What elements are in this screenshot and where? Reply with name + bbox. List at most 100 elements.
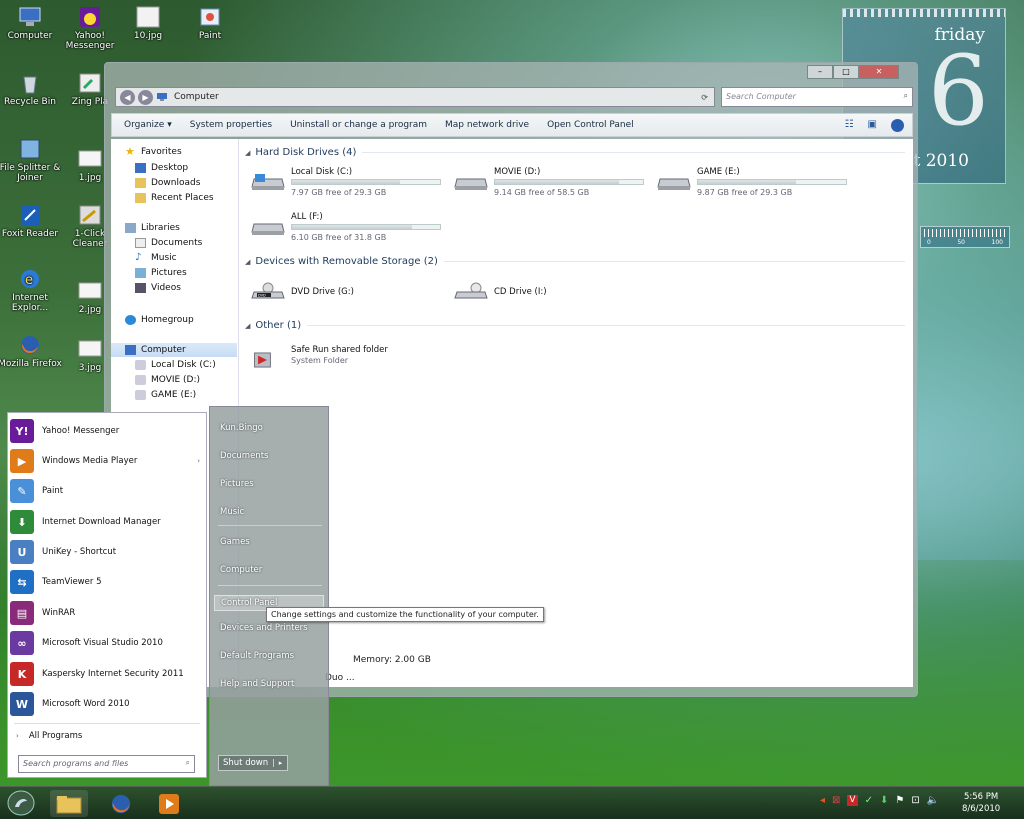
nav-pictures[interactable]: Pictures bbox=[135, 268, 187, 278]
start-search-input[interactable]: Search programs and files ⌕ bbox=[18, 755, 195, 773]
group-removable-storage[interactable]: ◢ Devices with Removable Storage (2) bbox=[245, 256, 905, 267]
dvd-drive-item[interactable]: DVD DVD Drive (G:) bbox=[251, 277, 446, 309]
search-icon[interactable]: ⌕ bbox=[904, 91, 908, 101]
close-button[interactable]: ✕ bbox=[859, 65, 899, 79]
nav-computer[interactable]: Computer bbox=[111, 343, 237, 357]
show-hidden-icons-icon[interactable]: ◂ bbox=[820, 795, 825, 806]
taskbar-clock[interactable]: 5:56 PM 8/6/2010 bbox=[962, 791, 1000, 815]
user-folder-link[interactable]: Kun.Bingo bbox=[220, 423, 263, 433]
desktop-icon-yahoo[interactable]: Yahoo! Messenger bbox=[58, 6, 122, 51]
nav-game-e[interactable]: GAME (E:) bbox=[135, 390, 196, 400]
music-link[interactable]: Music bbox=[220, 507, 244, 517]
image-file-icon bbox=[78, 150, 102, 167]
games-link[interactable]: Games bbox=[220, 537, 250, 547]
calendar-date: 6 bbox=[927, 35, 989, 147]
program-item[interactable]: ▤ WinRAR bbox=[10, 599, 206, 627]
view-options-icon[interactable]: ☷ bbox=[845, 119, 854, 132]
refresh-icon[interactable]: ⟳ bbox=[701, 93, 708, 102]
search-input[interactable]: Search Computer ⌕ bbox=[721, 87, 913, 107]
devices-printers-link[interactable]: Devices and Printers bbox=[220, 623, 308, 633]
back-arrow-icon[interactable]: ◀ bbox=[120, 89, 135, 105]
kaspersky-icon: K bbox=[10, 662, 34, 686]
organize-button[interactable]: Organize ▾ bbox=[124, 120, 172, 130]
desktop-icon-recycle-bin[interactable]: Recycle Bin bbox=[0, 72, 62, 107]
drive-icon bbox=[135, 390, 146, 400]
action-center-flag-icon[interactable]: ⚑ bbox=[895, 795, 904, 806]
default-programs-link[interactable]: Default Programs bbox=[220, 651, 294, 661]
taskbar-explorer[interactable] bbox=[50, 790, 88, 817]
system-properties-button[interactable]: System properties bbox=[190, 120, 272, 130]
uninstall-program-button[interactable]: Uninstall or change a program bbox=[290, 120, 427, 130]
nav-homegroup[interactable]: Homegroup bbox=[125, 315, 194, 325]
taskbar-media-player[interactable] bbox=[150, 790, 188, 817]
nav-recent-places[interactable]: Recent Places bbox=[135, 193, 214, 203]
open-control-panel-button[interactable]: Open Control Panel bbox=[547, 120, 634, 130]
shutdown-button[interactable]: Shut down ▸ bbox=[218, 755, 288, 771]
start-button-icon[interactable] bbox=[6, 789, 36, 817]
drive-item[interactable]: Local Disk (C:) 7.97 GB free of 29.3 GB bbox=[251, 167, 446, 199]
idm-tray-icon[interactable]: ⬇ bbox=[880, 795, 888, 806]
safe-run-folder-item[interactable]: Safe Run shared folder System Folder bbox=[251, 343, 446, 375]
help-support-link[interactable]: Help and Support bbox=[220, 679, 294, 689]
desktop-icon-10jpg[interactable]: 10.jpg bbox=[116, 6, 180, 41]
meter-gadget[interactable]: 0 50 100 bbox=[920, 226, 1010, 248]
windows-media-player-icon: ▶ bbox=[10, 449, 34, 473]
desktop-icon-paint[interactable]: Paint bbox=[178, 6, 242, 41]
search-icon[interactable]: ⌕ bbox=[186, 758, 190, 768]
drive-item[interactable]: MOVIE (D:) 9.14 GB free of 58.5 GB bbox=[454, 167, 649, 199]
breadcrumb[interactable]: Computer bbox=[174, 92, 219, 102]
program-item[interactable]: U UniKey - Shortcut bbox=[10, 538, 206, 566]
program-item[interactable]: ✎ Paint bbox=[10, 477, 206, 505]
program-label: Kaspersky Internet Security 2011 bbox=[42, 669, 184, 679]
v-tray-icon[interactable]: V bbox=[847, 795, 858, 806]
computer-link[interactable]: Computer bbox=[220, 565, 262, 575]
minimize-button[interactable]: – bbox=[807, 65, 833, 79]
nav-desktop[interactable]: Desktop bbox=[135, 163, 188, 173]
all-programs-button[interactable]: › All Programs bbox=[16, 731, 82, 741]
desktop-icon-computer[interactable]: Computer bbox=[0, 6, 62, 41]
program-item[interactable]: K Kaspersky Internet Security 2011 bbox=[10, 660, 206, 688]
maximize-button[interactable]: □ bbox=[833, 65, 859, 79]
nav-documents[interactable]: Documents bbox=[135, 238, 202, 248]
program-item[interactable]: ∞ Microsoft Visual Studio 2010 bbox=[10, 629, 206, 657]
nav-downloads[interactable]: Downloads bbox=[135, 178, 200, 188]
group-hard-disk-drives[interactable]: ◢ Hard Disk Drives (4) bbox=[245, 147, 905, 158]
program-item[interactable]: W Microsoft Word 2010 bbox=[10, 690, 206, 718]
nav-libraries[interactable]: Libraries bbox=[125, 223, 180, 233]
nav-videos[interactable]: Videos bbox=[135, 283, 181, 293]
calendar-rings bbox=[843, 9, 1005, 17]
volume-icon[interactable]: 🔈 bbox=[927, 795, 939, 806]
address-bar[interactable]: ◀ ▶ Computer ⟳ bbox=[115, 87, 715, 107]
desktop-icon-ie[interactable]: e Internet Explor... bbox=[0, 268, 62, 313]
kaspersky-tray-icon[interactable]: ⊠ bbox=[832, 795, 840, 806]
drive-item[interactable]: GAME (E:) 9.87 GB free of 29.3 GB bbox=[657, 167, 852, 199]
desktop-icon-firefox[interactable]: Mozilla Firefox bbox=[0, 334, 62, 369]
shutdown-options-arrow-icon[interactable]: ▸ bbox=[273, 759, 287, 767]
program-item[interactable]: ▶ Windows Media Player › bbox=[10, 447, 206, 475]
program-item[interactable]: ⇆ TeamViewer 5 bbox=[10, 568, 206, 596]
network-icon[interactable]: ⊡ bbox=[911, 795, 919, 806]
forward-arrow-icon[interactable]: ▶ bbox=[138, 89, 153, 105]
desktop-icon-foxit[interactable]: Foxit Reader bbox=[0, 204, 62, 239]
taskbar-firefox[interactable] bbox=[102, 790, 140, 817]
dvd-drive-icon: DVD bbox=[251, 282, 285, 299]
checkmark-tray-icon[interactable]: ✓ bbox=[865, 795, 873, 806]
nav-label: Favorites bbox=[141, 147, 182, 157]
meter-scale: 0 50 100 bbox=[921, 239, 1009, 246]
help-icon[interactable]: ? bbox=[891, 118, 904, 132]
submenu-arrow-icon[interactable]: › bbox=[197, 457, 200, 465]
nav-music[interactable]: ♪ Music bbox=[135, 253, 177, 264]
program-item[interactable]: Y! Yahoo! Messenger bbox=[10, 417, 206, 445]
map-network-drive-button[interactable]: Map network drive bbox=[445, 120, 529, 130]
program-item[interactable]: ⬇ Internet Download Manager bbox=[10, 508, 206, 536]
desktop-icon-file-splitter[interactable]: File Splitter & Joiner bbox=[0, 138, 62, 183]
documents-link[interactable]: Documents bbox=[220, 451, 268, 461]
drive-item[interactable]: ALL (F:) 6.10 GB free of 31.8 GB bbox=[251, 212, 446, 244]
pictures-link[interactable]: Pictures bbox=[220, 479, 254, 489]
nav-movie-d[interactable]: MOVIE (D:) bbox=[135, 375, 200, 385]
group-other[interactable]: ◢ Other (1) bbox=[245, 320, 905, 331]
preview-pane-icon[interactable]: ▣ bbox=[868, 119, 877, 132]
nav-favorites[interactable]: ★ Favorites bbox=[125, 146, 182, 157]
cd-drive-item[interactable]: CD Drive (I:) bbox=[454, 277, 649, 309]
nav-local-disk-c[interactable]: Local Disk (C:) bbox=[135, 360, 216, 370]
